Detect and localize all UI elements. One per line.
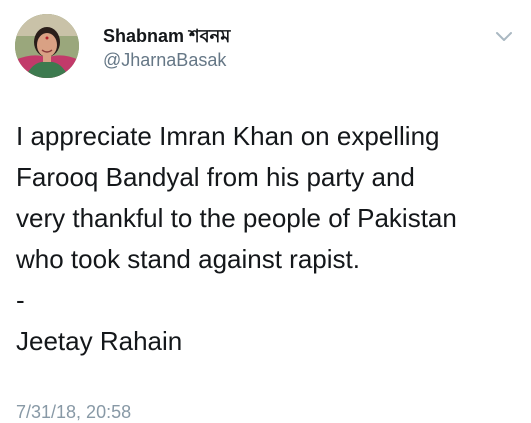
tweet-card: Shabnam শবনম @JharnaBasak I appreciate I… [0,0,531,422]
tweet-text: I appreciate Imran Khan on expelling Far… [16,121,457,356]
avatar[interactable] [15,14,79,78]
user-handle[interactable]: @JharnaBasak [103,50,226,71]
display-name[interactable]: Shabnam শবনম [103,22,230,53]
chevron-down-icon[interactable] [494,30,514,44]
avatar-image [15,14,79,78]
